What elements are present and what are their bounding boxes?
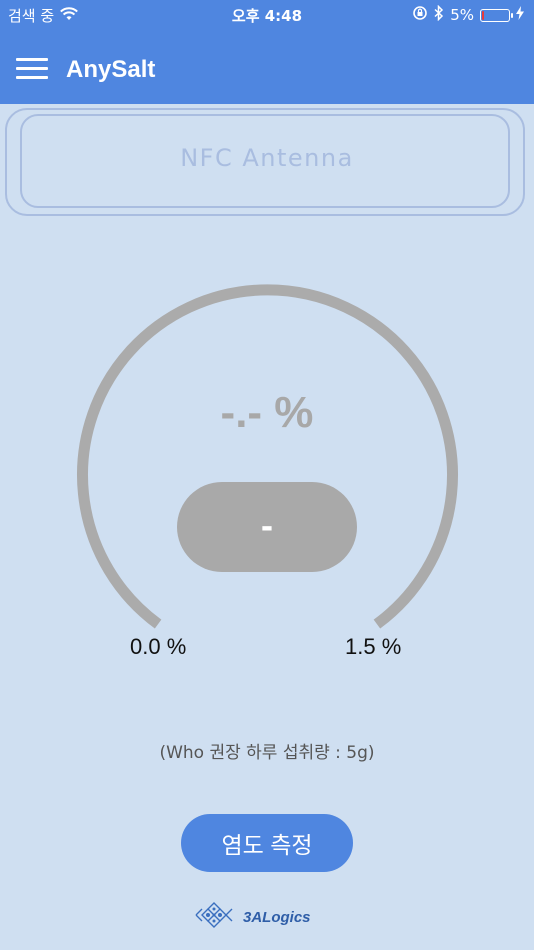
- bluetooth-icon: [434, 4, 444, 25]
- battery-percent: 5%: [450, 6, 474, 24]
- app-bar: AnySalt: [0, 30, 534, 104]
- gauge-min-label: 0.0 %: [130, 634, 187, 659]
- logo-icon: [194, 902, 240, 932]
- measure-salinity-button[interactable]: 염도 측정: [181, 814, 353, 872]
- charging-icon: [516, 6, 524, 24]
- salinity-gauge: [77, 284, 458, 629]
- who-recommendation-note: (Who 권장 하루 섭취량 : 5g): [159, 743, 375, 763]
- gauge-arc: [77, 284, 458, 629]
- app-title: AnySalt: [66, 56, 156, 83]
- measure-salinity-button-label: 염도 측정: [221, 832, 313, 858]
- battery-icon: [480, 8, 513, 22]
- company-logo: 3ALogics: [194, 902, 311, 932]
- salinity-value: -.- %: [220, 388, 314, 437]
- status-bar-right: 5%: [412, 4, 524, 25]
- nfc-antenna-label: NFC Antenna: [180, 144, 354, 172]
- logo-wordmark: 3ALogics: [243, 908, 311, 926]
- hamburger-menu-icon[interactable]: [16, 58, 48, 80]
- rotation-lock-icon: [412, 5, 428, 25]
- salinity-status-text: -: [260, 509, 274, 545]
- salinity-status-badge: -: [177, 482, 357, 572]
- status-bar: 검색 중 오후 4:48 5%: [0, 0, 534, 30]
- battery-level-fill: [482, 10, 484, 20]
- gauge-max-label: 1.5 %: [345, 634, 402, 659]
